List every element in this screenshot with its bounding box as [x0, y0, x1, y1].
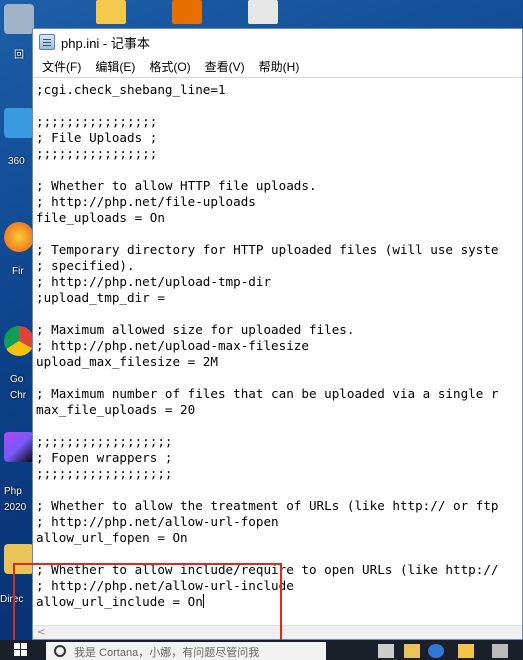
- window-title: php.ini - 记事本: [61, 35, 150, 51]
- java-icon[interactable]: [172, 0, 202, 24]
- menu-view[interactable]: 查看(V): [198, 56, 252, 77]
- taskbar: 我是 Cortana，小娜，有问题尽管问我: [0, 640, 523, 660]
- editor-line[interactable]: ; http://php.net/file-uploads: [36, 194, 522, 210]
- editor-line[interactable]: [36, 370, 522, 386]
- editor-line[interactable]: max_file_uploads = 20: [36, 402, 522, 418]
- editor-line[interactable]: ; Maximum number of files that can be up…: [36, 386, 522, 402]
- title-bar[interactable]: php.ini - 记事本: [33, 29, 522, 55]
- editor-line[interactable]: ;;;;;;;;;;;;;;;;: [36, 146, 522, 162]
- editor-line[interactable]: ; specified).: [36, 258, 522, 274]
- text-editor[interactable]: ;cgi.check_shebang_line=1;;;;;;;;;;;;;;;…: [33, 77, 522, 625]
- chrome-icon[interactable]: [4, 326, 34, 356]
- notepad-icon: [39, 34, 55, 50]
- editor-line[interactable]: ; Whether to allow HTTP file uploads.: [36, 178, 522, 194]
- editor-line[interactable]: ; Fopen wrappers ;: [36, 450, 522, 466]
- desktop-label: Direc: [0, 594, 24, 605]
- search-icon: [54, 645, 66, 657]
- editor-line[interactable]: ;;;;;;;;;;;;;;;;;;: [36, 434, 522, 450]
- explorer-icon[interactable]: [458, 644, 474, 658]
- 360-browser-icon[interactable]: [4, 108, 34, 138]
- firefox-icon[interactable]: [4, 222, 34, 252]
- search-text: 我是 Cortana，小娜，有问题尽管问我: [74, 647, 260, 659]
- editor-line[interactable]: allow_url_fopen = On: [36, 530, 522, 546]
- recycle-bin-icon[interactable]: [4, 4, 34, 34]
- editor-line[interactable]: ; http://php.net/upload-tmp-dir: [36, 274, 522, 290]
- editor-line[interactable]: file_uploads = On: [36, 210, 522, 226]
- editor-line[interactable]: [36, 226, 522, 242]
- editor-line[interactable]: ;;;;;;;;;;;;;;;;;;: [36, 466, 522, 482]
- editor-line[interactable]: ; http://php.net/upload-max-filesize: [36, 338, 522, 354]
- editor-line[interactable]: [36, 418, 522, 434]
- horizontal-scrollbar[interactable]: <: [33, 625, 522, 639]
- windows-start-icon[interactable]: [14, 643, 28, 657]
- desktop-icons: 回 360 Fir Go Chr Php 2020 Direc: [0, 0, 36, 640]
- editor-line[interactable]: ; http://php.net/allow-url-include: [36, 578, 522, 594]
- menu-file[interactable]: 文件(F): [35, 56, 88, 77]
- editor-line[interactable]: [36, 546, 522, 562]
- editor-line[interactable]: ; File Uploads ;: [36, 130, 522, 146]
- menu-format[interactable]: 格式(O): [142, 56, 197, 77]
- editor-line[interactable]: ;cgi.check_shebang_line=1: [36, 82, 522, 98]
- editor-line[interactable]: ; Whether to allow the treatment of URLs…: [36, 498, 522, 514]
- search-box[interactable]: 我是 Cortana，小娜，有问题尽管问我: [46, 642, 326, 660]
- editor-line[interactable]: [36, 482, 522, 498]
- phpstorm-icon[interactable]: [4, 432, 34, 462]
- editor-line[interactable]: upload_max_filesize = 2M: [36, 354, 522, 370]
- file-icon[interactable]: [96, 0, 126, 24]
- editor-line[interactable]: ; http://php.net/allow-url-fopen: [36, 514, 522, 530]
- app-icon[interactable]: [492, 644, 508, 658]
- editor-line[interactable]: ; Maximum allowed size for uploaded file…: [36, 322, 522, 338]
- folder-icon[interactable]: [404, 644, 420, 658]
- editor-text[interactable]: ;cgi.check_shebang_line=1;;;;;;;;;;;;;;;…: [33, 78, 522, 610]
- editor-line[interactable]: [36, 306, 522, 322]
- edge-icon[interactable]: [428, 644, 444, 658]
- editor-line[interactable]: ; Whether to allow include/require to op…: [36, 562, 522, 578]
- editor-line[interactable]: ; Temporary directory for HTTP uploaded …: [36, 242, 522, 258]
- menu-help[interactable]: 帮助(H): [252, 56, 307, 77]
- editor-line[interactable]: [36, 162, 522, 178]
- task-view-icon[interactable]: [378, 644, 394, 658]
- editor-line[interactable]: ;upload_tmp_dir =: [36, 290, 522, 306]
- text-caret: [202, 594, 204, 608]
- folder-icon[interactable]: [4, 544, 34, 574]
- notepad-window: php.ini - 记事本 文件(F) 编辑(E) 格式(O) 查看(V) 帮助…: [32, 28, 523, 640]
- editor-line[interactable]: [36, 98, 522, 114]
- menu-bar: 文件(F) 编辑(E) 格式(O) 查看(V) 帮助(H): [33, 55, 522, 77]
- menu-edit[interactable]: 编辑(E): [88, 56, 142, 77]
- scroll-left-arrow-icon[interactable]: <: [37, 626, 45, 640]
- editor-line[interactable]: ;;;;;;;;;;;;;;;;: [36, 114, 522, 130]
- editor-line[interactable]: allow_url_include = On: [36, 594, 522, 610]
- document-icon[interactable]: [248, 0, 278, 24]
